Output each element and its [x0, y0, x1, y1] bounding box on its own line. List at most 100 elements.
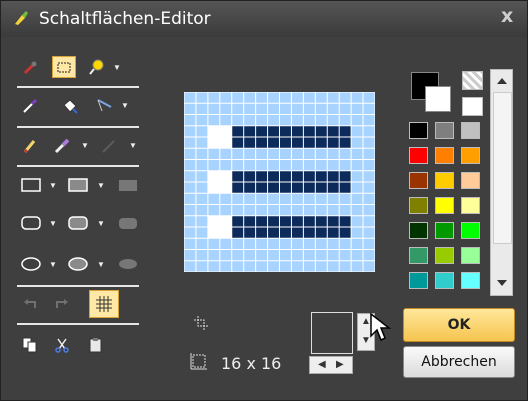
pixel-cell[interactable]	[256, 205, 268, 216]
pixel-cell[interactable]	[291, 238, 303, 249]
pixel-cell[interactable]	[351, 182, 363, 193]
pixel-cell[interactable]	[184, 238, 196, 249]
pixel-cell[interactable]	[220, 137, 232, 148]
pixel-cell[interactable]	[291, 160, 303, 171]
pixel-cell[interactable]	[268, 261, 279, 272]
pixel-cell[interactable]	[315, 205, 327, 216]
pixel-cell[interactable]	[268, 92, 279, 103]
pixel-cell[interactable]	[339, 137, 351, 148]
pixel-cell[interactable]	[327, 238, 339, 249]
pixel-cell[interactable]	[327, 103, 339, 114]
pixel-cell[interactable]	[280, 126, 291, 137]
pixel-cell[interactable]	[315, 115, 327, 126]
pixel-cell[interactable]	[196, 126, 208, 137]
redo-button[interactable]	[51, 293, 73, 315]
pixel-cell[interactable]	[280, 238, 291, 249]
pixel-cell[interactable]	[303, 148, 315, 159]
pixel-cell[interactable]	[268, 103, 279, 114]
pixel-cell[interactable]	[256, 216, 268, 227]
pixel-cell[interactable]	[244, 216, 256, 227]
color-swatch[interactable]	[435, 272, 454, 289]
pixel-cell[interactable]	[339, 160, 351, 171]
pixel-cell[interactable]	[208, 261, 220, 272]
pixel-cell[interactable]	[196, 92, 208, 103]
pixel-cell[interactable]	[291, 216, 303, 227]
pixel-cell[interactable]	[315, 238, 327, 249]
pixel-cell[interactable]	[256, 250, 268, 261]
pixel-cell[interactable]	[351, 193, 363, 204]
pixel-cell[interactable]	[184, 227, 196, 238]
pixel-cell[interactable]	[303, 103, 315, 114]
pixel-cell[interactable]	[196, 160, 208, 171]
pixel-cell[interactable]	[303, 92, 315, 103]
pixel-cell[interactable]	[184, 160, 196, 171]
chevron-down-icon[interactable]: ▼	[49, 219, 57, 228]
pixel-cell[interactable]	[196, 137, 208, 148]
ellipse-solid-tool[interactable]	[115, 254, 141, 274]
pixel-cell[interactable]	[363, 261, 375, 272]
pixel-cell[interactable]	[196, 115, 208, 126]
pixel-cell[interactable]	[339, 126, 351, 137]
right-arrow-icon[interactable]: ▶	[336, 359, 344, 370]
pixel-cell[interactable]	[256, 115, 268, 126]
pixel-cell[interactable]	[327, 216, 339, 227]
pixel-cell[interactable]	[196, 205, 208, 216]
pixel-cell[interactable]	[220, 171, 232, 182]
pixel-cell[interactable]	[220, 160, 232, 171]
pixel-cell[interactable]	[244, 205, 256, 216]
pixel-cell[interactable]	[268, 160, 279, 171]
pixel-cell[interactable]	[327, 92, 339, 103]
pixel-cell[interactable]	[184, 216, 196, 227]
pixel-cell[interactable]	[327, 182, 339, 193]
pixel-cell[interactable]	[208, 171, 220, 182]
pixel-cell[interactable]	[232, 182, 244, 193]
pixel-cell[interactable]	[327, 193, 339, 204]
pixel-cell[interactable]	[256, 148, 268, 159]
pixel-cell[interactable]	[339, 182, 351, 193]
pixel-cell[interactable]	[351, 160, 363, 171]
pixel-cell[interactable]	[363, 126, 375, 137]
pixel-cell[interactable]	[184, 193, 196, 204]
pixel-cell[interactable]	[327, 227, 339, 238]
pixel-cell[interactable]	[363, 182, 375, 193]
pixel-cell[interactable]	[220, 261, 232, 272]
pixel-cell[interactable]	[339, 238, 351, 249]
pixel-cell[interactable]	[208, 115, 220, 126]
pixel-cell[interactable]	[303, 115, 315, 126]
pixel-cell[interactable]	[291, 103, 303, 114]
pixel-cell[interactable]	[256, 261, 268, 272]
color-swatch[interactable]	[435, 247, 454, 264]
pixel-cell[interactable]	[220, 250, 232, 261]
pixel-cell[interactable]	[351, 137, 363, 148]
pixel-cell[interactable]	[268, 250, 279, 261]
pixel-cell[interactable]	[339, 250, 351, 261]
pixel-cell[interactable]	[291, 227, 303, 238]
chevron-down-icon[interactable]: ▼	[97, 260, 105, 269]
background-color[interactable]	[425, 86, 451, 112]
rectangle-solid-tool[interactable]	[115, 175, 141, 195]
pixel-cell[interactable]	[351, 92, 363, 103]
pixel-cell[interactable]	[244, 103, 256, 114]
pixel-cell[interactable]	[196, 250, 208, 261]
pixel-cell[interactable]	[315, 126, 327, 137]
rounded-rect-filled-outline-tool[interactable]	[65, 213, 91, 233]
color-swatch[interactable]	[409, 122, 428, 139]
pixel-cell[interactable]	[327, 115, 339, 126]
pixel-cell[interactable]	[291, 261, 303, 272]
chevron-down-icon[interactable]: ▼	[49, 260, 57, 269]
ellipse-filled-outline-tool[interactable]	[65, 254, 91, 274]
pixel-cell[interactable]	[351, 205, 363, 216]
pixel-cell[interactable]	[220, 205, 232, 216]
color-swatch[interactable]	[409, 172, 428, 189]
color-swatch[interactable]	[435, 147, 454, 164]
current-colors[interactable]	[411, 72, 451, 112]
cancel-button[interactable]: Abbrechen	[403, 346, 515, 378]
color-swatch[interactable]	[409, 247, 428, 264]
pixel-cell[interactable]	[315, 193, 327, 204]
pixel-cell[interactable]	[327, 148, 339, 159]
pixel-cell[interactable]	[196, 148, 208, 159]
pixel-cell[interactable]	[303, 205, 315, 216]
pixel-cell[interactable]	[184, 103, 196, 114]
pixel-cell[interactable]	[339, 216, 351, 227]
pixel-cell[interactable]	[232, 115, 244, 126]
